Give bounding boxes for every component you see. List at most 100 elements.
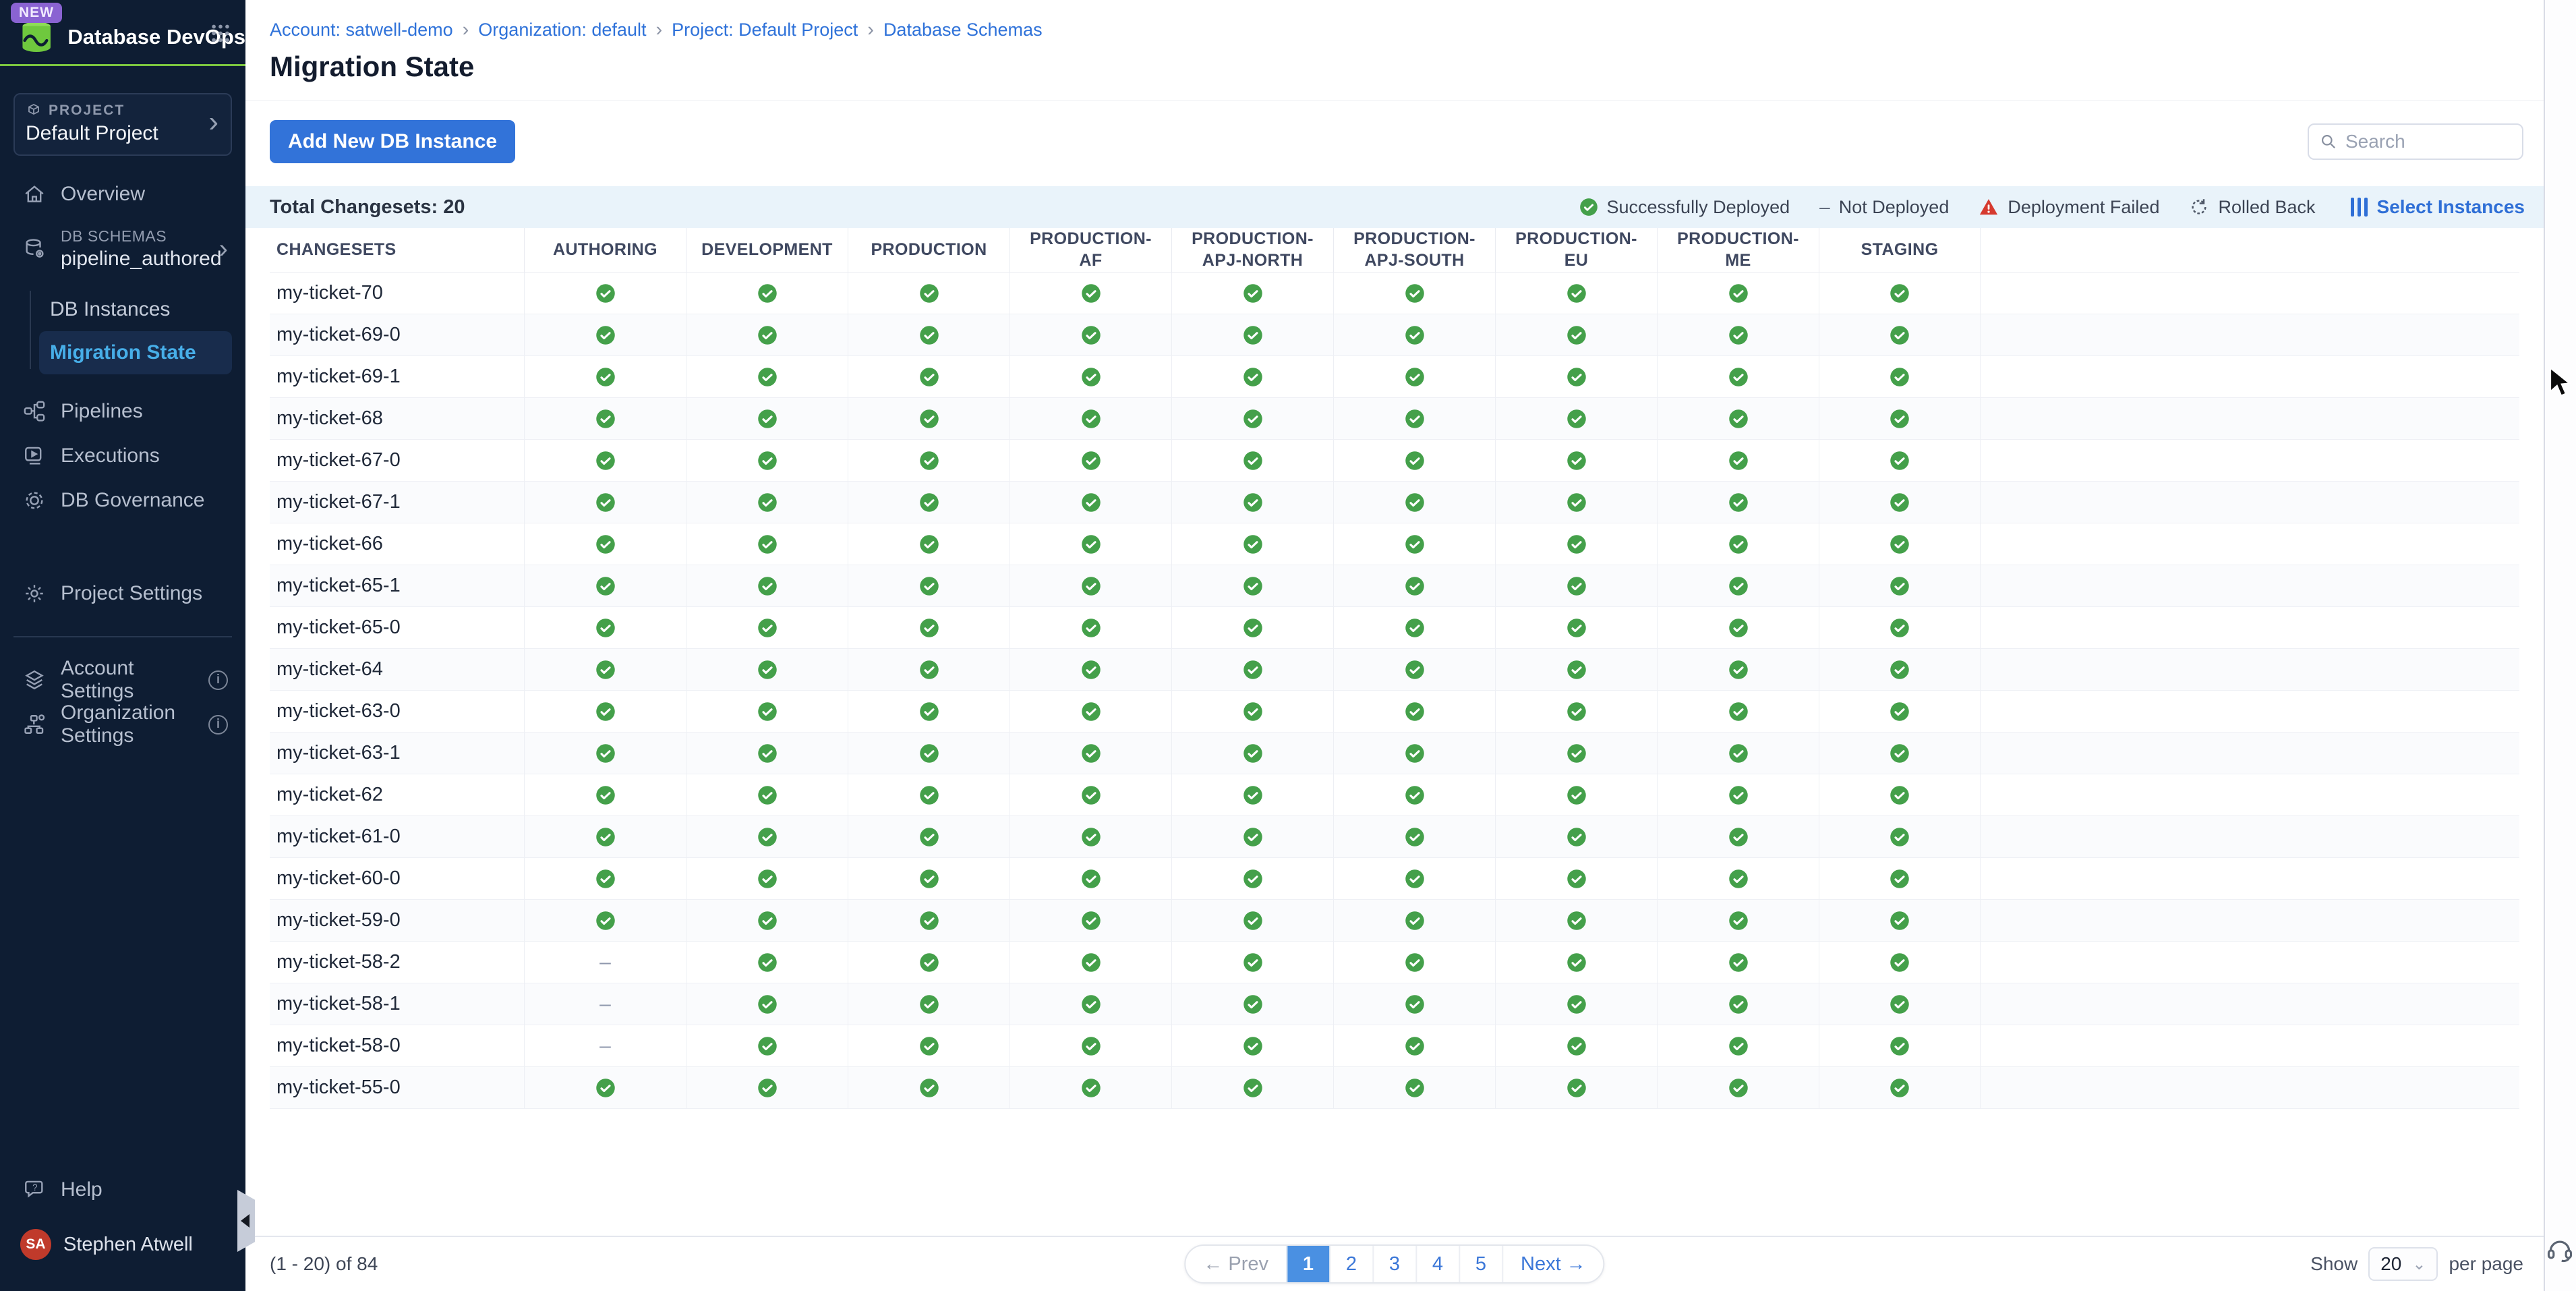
success-check-icon	[1728, 869, 1749, 889]
success-check-icon	[1567, 660, 1587, 680]
sidebar-item-db-schemas[interactable]: DB SCHEMAS pipeline_authored ›	[0, 217, 245, 281]
app-window: NEW Database DevOps PROJECT	[0, 0, 2576, 1291]
status-cell	[1657, 607, 1819, 648]
status-cell	[524, 774, 686, 815]
sidebar-item-overview[interactable]: Overview	[0, 172, 245, 217]
page-number-button[interactable]: 1	[1286, 1246, 1329, 1282]
table-row[interactable]: my-ticket-70	[270, 272, 2519, 314]
success-check-icon	[595, 409, 616, 429]
status-cell	[1009, 942, 1171, 983]
page-number-button[interactable]: 5	[1459, 1246, 1502, 1282]
status-cell	[848, 942, 1009, 983]
table-row[interactable]: my-ticket-67-1	[270, 482, 2519, 523]
table-row[interactable]: my-ticket-69-1	[270, 356, 2519, 398]
breadcrumb-link[interactable]: Project: Default Project	[672, 20, 858, 40]
project-label: PROJECT	[26, 103, 220, 119]
success-check-icon	[1890, 1036, 1910, 1056]
sidebar-item-migration-state[interactable]: Migration State	[39, 331, 232, 374]
sidebar-divider	[13, 636, 232, 637]
project-selector[interactable]: PROJECT Default Project ›	[13, 93, 232, 156]
page-size-select[interactable]: 20 ⌄	[2368, 1247, 2438, 1281]
status-cell	[1333, 858, 1495, 899]
success-check-icon	[1890, 409, 1910, 429]
breadcrumb-separator: ›	[463, 19, 469, 41]
table-row[interactable]: my-ticket-58-1–	[270, 983, 2519, 1025]
sidebar-item-project-settings[interactable]: Project Settings	[0, 571, 245, 616]
user-menu[interactable]: SA Stephen Atwell	[0, 1210, 245, 1280]
status-cell	[1333, 900, 1495, 941]
chevron-right-icon: ›	[208, 105, 218, 139]
search-input[interactable]	[2345, 131, 2511, 152]
right-gutter	[2544, 0, 2576, 1291]
table-row[interactable]: my-ticket-58-2–	[270, 942, 2519, 983]
success-check-icon	[757, 660, 778, 680]
status-cell	[1819, 942, 1981, 983]
table-row[interactable]: my-ticket-68	[270, 398, 2519, 440]
table-row[interactable]: my-ticket-63-0	[270, 691, 2519, 733]
breadcrumb-link[interactable]: Organization: default	[478, 20, 646, 40]
table-row[interactable]: my-ticket-60-0	[270, 858, 2519, 900]
status-cell	[848, 356, 1009, 397]
sidebar-item-db-governance[interactable]: DB Governance	[0, 478, 245, 523]
table-row[interactable]: my-ticket-55-0	[270, 1067, 2519, 1109]
prev-page-button[interactable]: ← Prev	[1185, 1246, 1286, 1282]
pagination-range: (1 - 20) of 84	[270, 1253, 378, 1275]
status-cell	[1495, 900, 1657, 941]
table-row[interactable]: my-ticket-66	[270, 523, 2519, 565]
success-check-icon	[595, 743, 616, 764]
breadcrumb-link[interactable]: Account: satwell-demo	[270, 20, 453, 40]
table-row[interactable]: my-ticket-65-0	[270, 607, 2519, 649]
table-row[interactable]: my-ticket-58-0–	[270, 1025, 2519, 1067]
table-row[interactable]: my-ticket-69-0	[270, 314, 2519, 356]
add-db-instance-button[interactable]: Add New DB Instance	[270, 120, 515, 163]
status-cell	[1009, 1025, 1171, 1066]
table-footer: (1 - 20) of 84 ← Prev12345Next → Show 20…	[245, 1236, 2544, 1291]
support-headset-button[interactable]	[2545, 1235, 2575, 1268]
status-cell	[1657, 356, 1819, 397]
db-schemas-value: pipeline_authored	[61, 246, 222, 272]
sidebar-collapse-handle[interactable]	[237, 1190, 255, 1252]
sidebar-item-account-settings[interactable]: Account Settings i	[0, 658, 245, 702]
success-check-icon	[1890, 367, 1910, 387]
sidebar-item-organization-settings[interactable]: Organization Settings i	[0, 702, 245, 747]
status-cell	[524, 398, 686, 439]
table-row[interactable]: my-ticket-64	[270, 649, 2519, 691]
info-icon[interactable]: i	[208, 670, 228, 690]
breadcrumb-link[interactable]: Database Schemas	[883, 20, 1043, 40]
sidebar-item-db-instances[interactable]: DB Instances	[39, 288, 232, 331]
column-header: PRODUCTION	[848, 228, 1009, 272]
info-icon[interactable]: i	[208, 715, 228, 735]
select-instances-button[interactable]: Select Instances	[2351, 196, 2525, 218]
apps-grid-icon[interactable]	[209, 22, 232, 48]
success-check-icon	[1890, 283, 1910, 304]
page-number-button[interactable]: 4	[1415, 1246, 1459, 1282]
success-check-icon	[1567, 994, 1587, 1014]
status-cell	[1171, 1025, 1333, 1066]
table-row[interactable]: my-ticket-65-1	[270, 565, 2519, 607]
success-check-icon	[595, 785, 616, 805]
changeset-name-cell: my-ticket-61-0	[270, 816, 524, 857]
status-cell	[524, 314, 686, 355]
sidebar-item-executions[interactable]: Executions	[0, 434, 245, 478]
table-row[interactable]: my-ticket-67-0	[270, 440, 2519, 482]
success-check-icon	[1405, 534, 1425, 554]
page-number-button[interactable]: 2	[1329, 1246, 1372, 1282]
success-check-icon	[1567, 911, 1587, 931]
page-number-button[interactable]: 3	[1372, 1246, 1415, 1282]
table-row[interactable]: my-ticket-59-0	[270, 900, 2519, 942]
sidebar-item-help[interactable]: ? Help	[0, 1170, 245, 1210]
search-box[interactable]	[2308, 123, 2523, 160]
table-row[interactable]: my-ticket-63-1	[270, 733, 2519, 774]
status-cell	[1657, 523, 1819, 565]
next-page-button[interactable]: Next →	[1502, 1246, 1604, 1282]
table-row[interactable]: my-ticket-61-0	[270, 816, 2519, 858]
show-label: Show	[2310, 1253, 2358, 1275]
status-cell	[1171, 314, 1333, 355]
status-cell	[1819, 314, 1981, 355]
sidebar-item-pipelines[interactable]: Pipelines	[0, 389, 245, 434]
status-cell	[1009, 565, 1171, 606]
table-row[interactable]: my-ticket-62	[270, 774, 2519, 816]
status-cell	[1657, 314, 1819, 355]
success-check-icon	[919, 911, 939, 931]
avatar[interactable]: SA	[20, 1229, 51, 1260]
